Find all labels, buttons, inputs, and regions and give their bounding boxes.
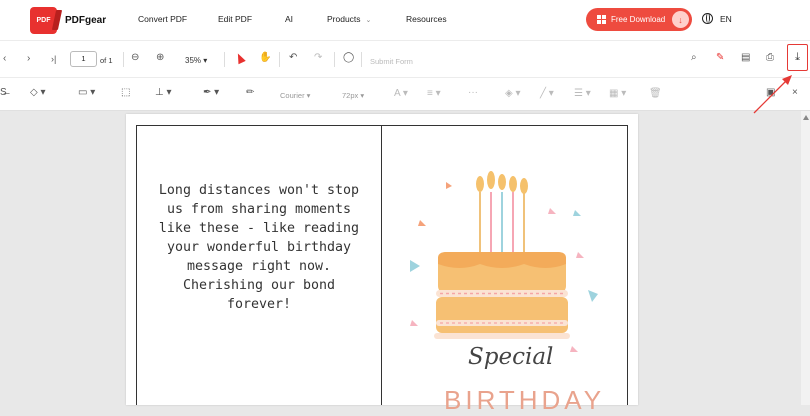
crop-icon[interactable]: ⬚ [121,87,130,99]
pen-icon[interactable]: ✏ [246,87,254,99]
shape-icon[interactable]: ◇ ▾ [30,87,46,99]
globe-icon [702,13,713,24]
text-size-icon[interactable]: A ▾ [394,88,408,100]
stamp-icon[interactable]: ⊥ ▾ [155,87,172,99]
font-family-select[interactable]: Courier ▾ [280,90,310,102]
toolbar-divider [334,52,335,67]
last-page-icon[interactable]: ›| [51,53,56,65]
line-width-icon[interactable]: ☰ ▾ [574,88,591,100]
nav-ai[interactable]: AI [285,14,293,24]
chevron-down-icon: ⌄ [365,17,372,24]
submit-form-button[interactable]: Submit Form [370,56,413,68]
scroll-up-arrow[interactable] [803,115,809,120]
undo-icon[interactable]: ↶ [289,52,297,64]
logo-icon: PDF [30,6,57,34]
toolbar-divider [279,52,280,67]
pdfgear-logo[interactable]: PDF PDFgear [30,5,106,35]
back-arrow-icon[interactable]: ‹ [3,53,6,65]
font-family-value: Courier [280,91,305,100]
fill-color-icon[interactable]: ◈ ▾ [505,88,521,100]
zoom-in-icon[interactable]: ⊕ [156,52,164,64]
strikethrough-icon[interactable]: S̶ [0,87,7,99]
toolbar-divider [361,52,362,67]
more-icon[interactable]: ··· [468,87,478,99]
nav-resources[interactable]: Resources [406,14,447,24]
card-title-caps: BIRTHDAY [444,385,606,415]
nav-products-label: Products [327,14,361,24]
download-icon: ⤓ [795,51,800,63]
textbox-icon[interactable]: ▭ ▾ [78,87,95,99]
vertical-scrollbar[interactable] [801,111,810,405]
download-circle-icon: ↓ [672,11,689,28]
windows-icon [597,15,606,24]
line-color-icon[interactable]: ╱ ▾ [540,88,554,100]
page-number-input[interactable]: 1 [70,51,97,67]
forward-arrow-icon[interactable]: › [27,53,30,65]
zoom-level-value: 35% [185,56,202,65]
font-size-select[interactable]: 72px ▾ [342,90,364,102]
logo-text: PDFgear [65,14,107,26]
zoom-level[interactable]: 35% ▾ [185,55,207,67]
redo-icon[interactable]: ↷ [314,52,322,64]
nav-products[interactable]: Products ⌄ [327,14,371,24]
language-label: EN [720,13,732,24]
free-download-button[interactable]: Free Download ↓ [586,8,692,31]
language-selector[interactable]: EN [702,13,732,24]
toolbar-divider [123,52,124,67]
print-icon[interactable]: ⎙ [766,52,774,64]
page-total-label: of 1 [100,56,113,65]
comment-icon[interactable]: ◯ [343,52,354,64]
download-button[interactable]: ⤓ [787,44,808,71]
hand-icon[interactable]: ✋ [259,52,271,64]
edit-icon[interactable]: ✎ [716,52,724,64]
top-navbar: PDF PDFgear Convert PDF Edit PDF AI Prod… [0,0,810,41]
align-icon[interactable]: ≡ ▾ [427,88,441,100]
card-message[interactable]: Long distances won't stop us from sharin… [139,181,379,314]
delete-icon[interactable]: 🗑 [649,88,662,100]
highlighter-icon[interactable]: ✒ ▾ [203,87,219,99]
nav-edit-pdf[interactable]: Edit PDF [218,14,252,24]
toolbar-divider [224,52,225,67]
nav-convert-pdf[interactable]: Convert PDF [138,14,187,24]
font-size-value: 72px [342,91,359,100]
card-title-script: Special [468,344,554,370]
page-view-icon[interactable]: ▤ [741,52,750,64]
search-icon[interactable]: ⌕ [691,52,697,64]
zoom-out-icon[interactable]: ⊖ [131,52,139,64]
opacity-icon[interactable]: ▦ ▾ [609,88,626,100]
free-download-label: Free Download [611,15,666,24]
card-fold-line [381,125,382,405]
annotation-arrow [753,75,792,114]
